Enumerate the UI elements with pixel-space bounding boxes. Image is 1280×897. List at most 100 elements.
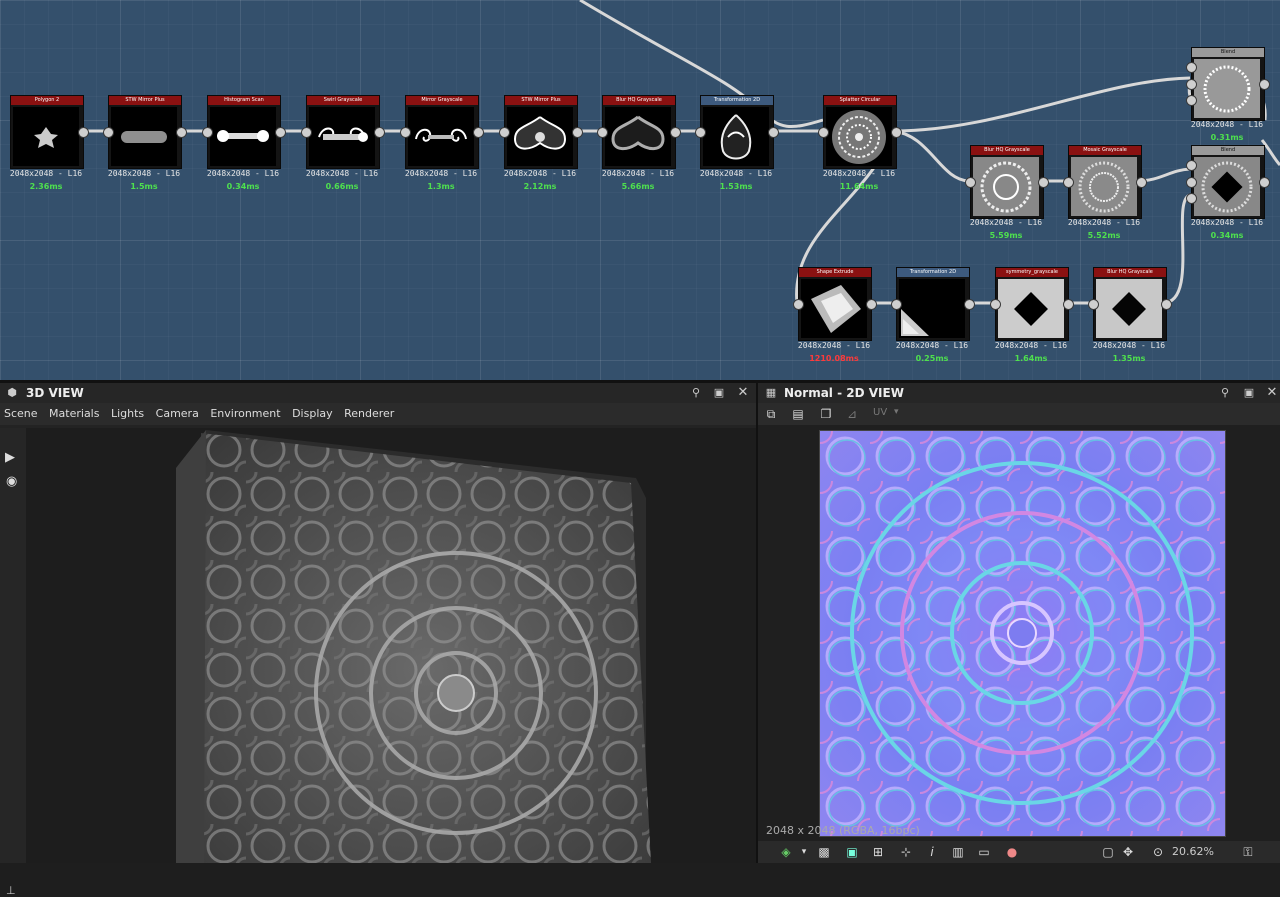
output-port[interactable] <box>1038 177 1049 188</box>
node-blend-1[interactable]: Blend <box>1186 47 1270 121</box>
input-port[interactable] <box>202 127 213 138</box>
camera-icon[interactable]: ▶ <box>5 450 15 465</box>
output-port[interactable] <box>891 127 902 138</box>
node-splatter-circular[interactable]: Splatter Circular <box>818 95 902 169</box>
color-wheel-icon[interactable]: ● <box>1004 844 1020 860</box>
input-port[interactable] <box>695 127 706 138</box>
viewport-3d[interactable] <box>26 428 756 863</box>
node-blur-hq-grayscale-3[interactable]: Blur HQ Grayscale <box>1088 267 1172 341</box>
output-port[interactable] <box>176 127 187 138</box>
zoom-level[interactable]: 20.62% <box>1172 845 1214 858</box>
uv-dropdown[interactable]: UV <box>873 407 887 418</box>
input-port[interactable] <box>301 127 312 138</box>
output-port[interactable] <box>78 127 89 138</box>
layers-icon[interactable]: ◈ <box>778 844 794 860</box>
output-port[interactable] <box>768 127 779 138</box>
pin-icon[interactable]: ⚲ <box>1218 383 1232 403</box>
node-histogram-scan[interactable]: Histogram Scan <box>202 95 286 169</box>
menu-materials[interactable]: Materials <box>49 407 99 420</box>
node-stw-mirror-plus-2[interactable]: STW Mirror Plus <box>499 95 583 169</box>
copy-view-icon[interactable]: ⧉ <box>763 406 779 422</box>
input-port[interactable] <box>1186 95 1197 106</box>
close-icon[interactable]: ✕ <box>736 383 750 403</box>
save-icon[interactable]: ▤ <box>790 406 806 422</box>
output-port[interactable] <box>1161 299 1172 310</box>
node-mosaic-grayscale[interactable]: Mosaic Grayscale <box>1063 145 1147 219</box>
input-port[interactable] <box>1186 79 1197 90</box>
viewport-2d[interactable]: 2048 x 2048 (RGBA, 16bpc) <box>758 425 1280 841</box>
input-port[interactable] <box>1186 62 1197 73</box>
input-port[interactable] <box>400 127 411 138</box>
maximize-icon[interactable]: ▣ <box>712 383 726 403</box>
histogram-icon[interactable]: ▥ <box>950 844 966 860</box>
clipboard-icon[interactable]: ❐ <box>818 406 834 422</box>
input-port[interactable] <box>793 299 804 310</box>
output-port[interactable] <box>670 127 681 138</box>
output-port[interactable] <box>1136 177 1147 188</box>
light-icon[interactable]: ◉ <box>6 474 17 489</box>
output-port[interactable] <box>964 299 975 310</box>
mirror-icon[interactable]: ⊿ <box>844 406 860 422</box>
node-graph[interactable]: Polygon 2 2048x2048 - L16 2.36ms STW Mir… <box>0 0 1280 380</box>
node-thumbnail <box>13 107 79 166</box>
output-port[interactable] <box>866 299 877 310</box>
output-port[interactable] <box>1063 299 1074 310</box>
pixel-icon[interactable]: ⊹ <box>898 844 914 860</box>
input-port[interactable] <box>499 127 510 138</box>
chevron-down-icon[interactable]: ▾ <box>894 407 899 417</box>
node-thumbnail <box>826 107 892 166</box>
node-title: Transformation 2D <box>701 96 773 105</box>
menu-renderer[interactable]: Renderer <box>344 407 394 420</box>
lock-icon[interactable]: ⚿ <box>1240 844 1256 860</box>
menu-scene[interactable]: Scene <box>4 407 38 420</box>
node-polygon-2[interactable]: Polygon 2 <box>10 95 89 169</box>
checker-icon[interactable]: ▩ <box>816 844 832 860</box>
input-port[interactable] <box>1186 160 1197 171</box>
chevron-down-icon[interactable]: ▾ <box>796 844 812 860</box>
node-transformation-2d-2[interactable]: Transformation 2D <box>891 267 975 341</box>
menu-environment[interactable]: Environment <box>210 407 280 420</box>
node-blur-hq-grayscale[interactable]: Blur HQ Grayscale <box>597 95 681 169</box>
input-port[interactable] <box>965 177 976 188</box>
input-port[interactable] <box>891 299 902 310</box>
node-thumbnail <box>111 107 177 166</box>
output-port[interactable] <box>473 127 484 138</box>
node-title: Mirror Grayscale <box>406 96 478 105</box>
maximize-icon[interactable]: ▣ <box>1242 383 1256 403</box>
node-stw-mirror-plus[interactable]: STW Mirror Plus <box>103 95 187 169</box>
menu-camera[interactable]: Camera <box>156 407 199 420</box>
node-transformation-2d[interactable]: Transformation 2D <box>695 95 779 169</box>
node-mirror-grayscale[interactable]: Mirror Grayscale <box>400 95 484 169</box>
node-shape-extrude[interactable]: Shape Extrude <box>793 267 877 341</box>
grid-icon[interactable]: ⊞ <box>870 844 886 860</box>
node-symmetry-grayscale[interactable]: symmetry_grayscale <box>990 267 1074 341</box>
display-icon[interactable]: ▭ <box>976 844 992 860</box>
menu-display[interactable]: Display <box>292 407 333 420</box>
input-port[interactable] <box>990 299 1001 310</box>
zoom-icon[interactable]: ⊙ <box>1150 844 1166 860</box>
input-port[interactable] <box>1186 193 1197 204</box>
node-swirl-grayscale[interactable]: Swirl Grayscale <box>301 95 385 169</box>
input-port[interactable] <box>818 127 829 138</box>
output-port[interactable] <box>1259 79 1270 90</box>
pin-icon[interactable]: ⚲ <box>689 383 703 403</box>
pan-icon[interactable]: ✥ <box>1120 844 1136 860</box>
output-port[interactable] <box>374 127 385 138</box>
node-blend-2[interactable]: Blend <box>1186 145 1270 219</box>
input-port[interactable] <box>1088 299 1099 310</box>
node-blur-hq-grayscale-2[interactable]: Blur HQ Grayscale <box>965 145 1049 219</box>
channel-icon[interactable]: ▣ <box>844 844 860 860</box>
input-port[interactable] <box>1186 177 1197 188</box>
fit-icon[interactable]: ▢ <box>1100 844 1116 860</box>
output-port[interactable] <box>572 127 583 138</box>
output-port[interactable] <box>1259 177 1270 188</box>
axes-icon[interactable]: ⊥ <box>6 884 16 897</box>
input-port[interactable] <box>597 127 608 138</box>
menu-lights[interactable]: Lights <box>111 407 144 420</box>
node-thumbnail <box>703 107 769 166</box>
close-icon[interactable]: ✕ <box>1265 383 1279 403</box>
input-port[interactable] <box>103 127 114 138</box>
input-port[interactable] <box>1063 177 1074 188</box>
output-port[interactable] <box>275 127 286 138</box>
info-icon[interactable]: i <box>924 844 940 860</box>
